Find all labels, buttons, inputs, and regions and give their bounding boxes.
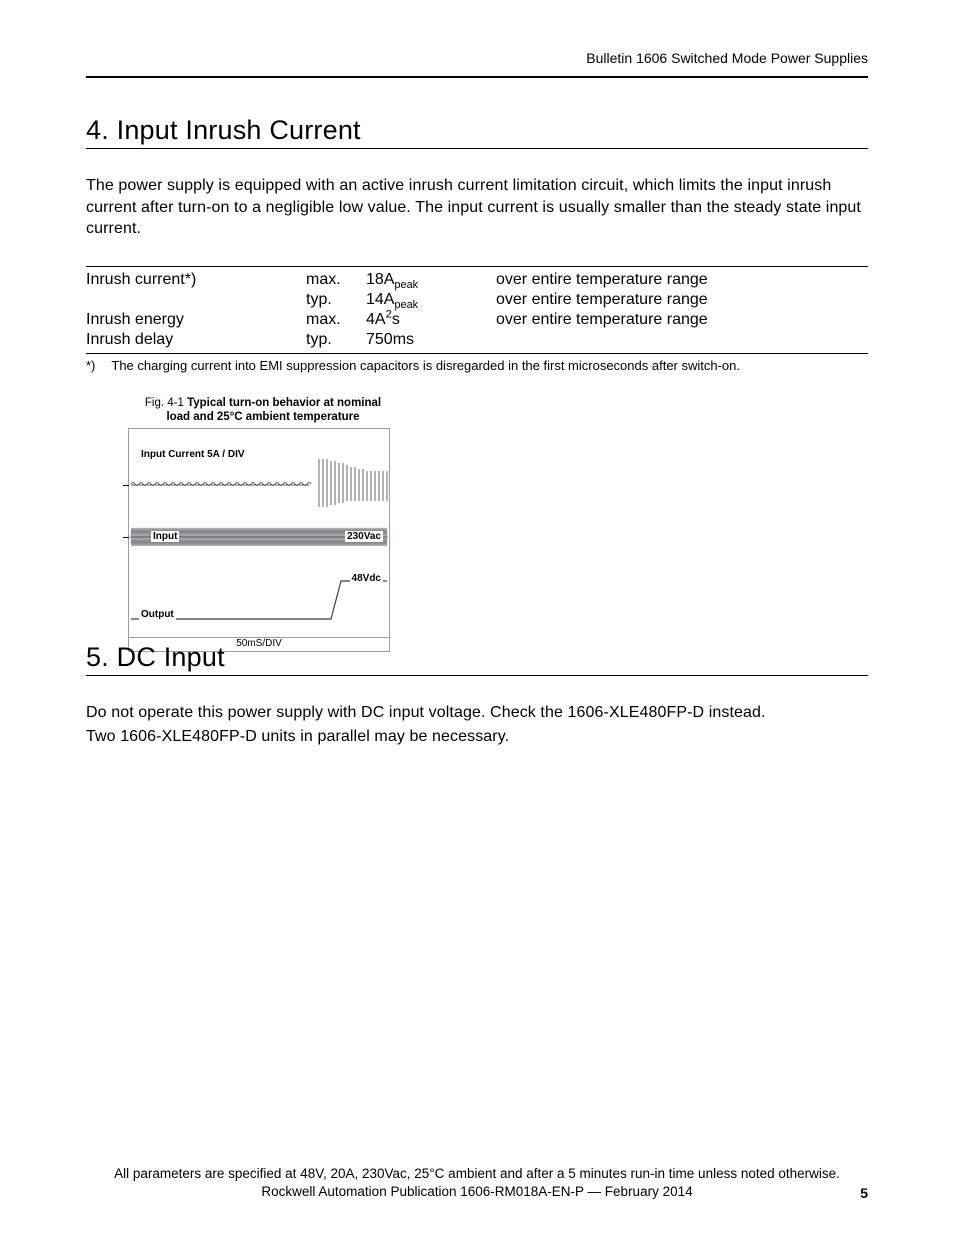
- cell-value: 18Apeak: [366, 266, 496, 290]
- cell-stat: typ.: [306, 330, 366, 354]
- section-5-paragraph-2: Two 1606-XLE480FP-D units in parallel ma…: [86, 726, 868, 748]
- footer-line-2: Rockwell Automation Publication 1606-RM0…: [86, 1183, 868, 1201]
- section-dc-input: 5. DC Input Do not operate this power su…: [86, 642, 868, 747]
- footnote-text: The charging current into EMI suppressio…: [111, 358, 740, 373]
- page-footer: All parameters are specified at 48V, 20A…: [86, 1165, 868, 1201]
- figure-title-line2: load and 25°C ambient temperature: [166, 411, 359, 423]
- page-number: 5: [860, 1185, 868, 1201]
- cell-note: [496, 330, 868, 354]
- label-input: Input: [151, 531, 179, 542]
- header-rule: [86, 76, 868, 78]
- cell-value: 14Apeak: [366, 290, 496, 310]
- table-row: typ. 14Apeak over entire temperature ran…: [86, 290, 868, 310]
- cell-note: over entire temperature range: [496, 266, 868, 290]
- cell-param: [86, 290, 306, 310]
- cell-stat: max.: [306, 266, 366, 290]
- section-4-heading: 4. Input Inrush Current: [86, 115, 868, 149]
- cell-param: Inrush current*): [86, 266, 306, 290]
- cell-note: over entire temperature range: [496, 290, 868, 310]
- section-5-paragraph-1: Do not operate this power supply with DC…: [86, 702, 868, 724]
- cell-param: Inrush delay: [86, 330, 306, 354]
- section-input-inrush-current: 4. Input Inrush Current The power supply…: [86, 115, 868, 652]
- header-title: Bulletin 1606 Switched Mode Power Suppli…: [586, 50, 868, 66]
- label-230vac: 230Vac: [345, 531, 383, 542]
- label-input-current: Input Current 5A / DIV: [139, 449, 247, 460]
- label-output: Output: [139, 609, 176, 620]
- figure-title-line1: Typical turn-on behavior at nominal: [187, 397, 381, 409]
- cell-value: 750ms: [366, 330, 496, 354]
- section-5-heading: 5. DC Input: [86, 642, 868, 676]
- figure-caption: Fig. 4-1 Typical turn-on behavior at nom…: [128, 397, 398, 425]
- cell-param: Inrush energy: [86, 310, 306, 330]
- figure-lead: Fig. 4-1: [145, 397, 184, 409]
- cell-stat: max.: [306, 310, 366, 330]
- cell-value: 4A2s: [366, 310, 496, 330]
- inrush-spec-table: Inrush current*) max. 18Apeak over entir…: [86, 266, 868, 354]
- footnote: *) The charging current into EMI suppres…: [86, 358, 868, 373]
- cell-stat: typ.: [306, 290, 366, 310]
- cell-note: over entire temperature range: [496, 310, 868, 330]
- footnote-mark: *): [86, 358, 95, 373]
- page: Bulletin 1606 Switched Mode Power Suppli…: [0, 0, 954, 1235]
- table-row: Inrush delay typ. 750ms: [86, 330, 868, 354]
- table-row: Inrush energy max. 4A2s over entire temp…: [86, 310, 868, 330]
- label-48vdc: 48Vdc: [350, 573, 383, 584]
- table-row: Inrush current*) max. 18Apeak over entir…: [86, 266, 868, 290]
- figure-4-1: Fig. 4-1 Typical turn-on behavior at nom…: [128, 397, 398, 653]
- oscilloscope-plot: Input Current 5A / DIV Input 230Vac 48Vd…: [128, 428, 390, 638]
- section-4-paragraph: The power supply is equipped with an act…: [86, 175, 868, 240]
- footer-line-1: All parameters are specified at 48V, 20A…: [86, 1165, 868, 1183]
